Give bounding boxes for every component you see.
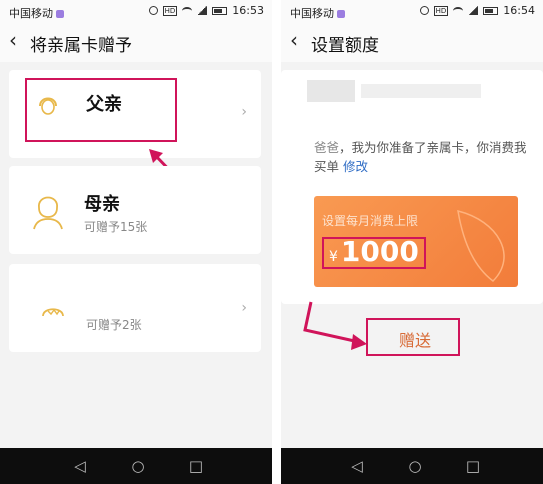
hd-icon: HD xyxy=(433,5,449,16)
nav-header: ‹ 将亲属卡赠予 xyxy=(0,22,272,62)
child-avatar-icon xyxy=(42,308,64,317)
carrier-label: 中国移动 xyxy=(9,5,64,21)
card-sub: 可赠予2张 xyxy=(86,318,142,332)
recipient-avatar xyxy=(307,80,355,102)
sim-icon xyxy=(56,10,64,18)
card-decoration-icon xyxy=(457,209,505,282)
card-sub: 可赠予15张 xyxy=(84,220,148,234)
status-bar: 中国移动 HD 16:54 xyxy=(281,0,543,22)
nav-home-icon[interactable]: ○ xyxy=(405,456,425,476)
right-screen: 中国移动 HD 16:54 ‹ 设置额度 爸爸，我为你准备了亲属卡，你消费我买单… xyxy=(281,0,543,484)
alarm-icon xyxy=(148,6,158,15)
edit-message-link[interactable]: 修改 xyxy=(343,159,368,174)
highlight-box-amount xyxy=(322,237,426,269)
nav-back-icon[interactable]: ◁ xyxy=(70,456,90,476)
chevron-right-icon: › xyxy=(241,300,247,316)
clock: 16:53 xyxy=(232,4,264,17)
page-title: 将亲属卡赠予 xyxy=(30,36,132,56)
sim-icon xyxy=(337,10,345,18)
wifi-icon xyxy=(182,6,193,15)
clock: 16:54 xyxy=(503,4,535,17)
card-name: 母亲 xyxy=(84,194,120,215)
pointer-arrow-icon xyxy=(303,301,367,350)
back-icon[interactable]: ‹ xyxy=(290,28,298,52)
system-nav-bar: ◁ ○ □ xyxy=(281,448,543,484)
system-nav-bar: ◁ ○ □ xyxy=(0,448,272,484)
page-title: 设置额度 xyxy=(311,36,379,56)
signal-icon xyxy=(468,6,479,15)
nav-recent-icon[interactable]: □ xyxy=(186,456,206,476)
relative-card-mother[interactable]: 母亲 可赠予15张 xyxy=(9,166,261,254)
battery-icon xyxy=(212,6,228,15)
gift-message: 爸爸，我为你准备了亲属卡，你消费我买单 修改 xyxy=(314,140,527,174)
signal-icon xyxy=(197,6,208,15)
monthly-limit-label: 设置每月消费上限 xyxy=(322,214,419,228)
relative-card-other[interactable]: 可赠予2张 › xyxy=(9,264,261,352)
battery-icon xyxy=(483,6,499,15)
mother-avatar-icon xyxy=(33,196,63,230)
status-bar: 中国移动 HD 16:53 xyxy=(0,0,272,22)
alarm-icon xyxy=(419,6,429,15)
recipient-name-blurred xyxy=(361,84,481,98)
nav-recent-icon[interactable]: □ xyxy=(463,456,483,476)
hd-icon: HD xyxy=(162,5,178,16)
nav-home-icon[interactable]: ○ xyxy=(128,456,148,476)
carrier-label: 中国移动 xyxy=(290,5,345,21)
highlight-box-father xyxy=(25,78,177,142)
nav-header: ‹ 设置额度 xyxy=(281,22,543,62)
nav-back-icon[interactable]: ◁ xyxy=(347,456,367,476)
highlight-box-gift xyxy=(366,318,460,356)
back-icon[interactable]: ‹ xyxy=(9,28,17,52)
wifi-icon xyxy=(453,6,464,15)
chevron-right-icon: › xyxy=(241,104,247,120)
left-screen: 中国移动 HD 16:53 ‹ 将亲属卡赠予 父亲 › 母亲 可赠予15张 可赠… xyxy=(0,0,272,484)
